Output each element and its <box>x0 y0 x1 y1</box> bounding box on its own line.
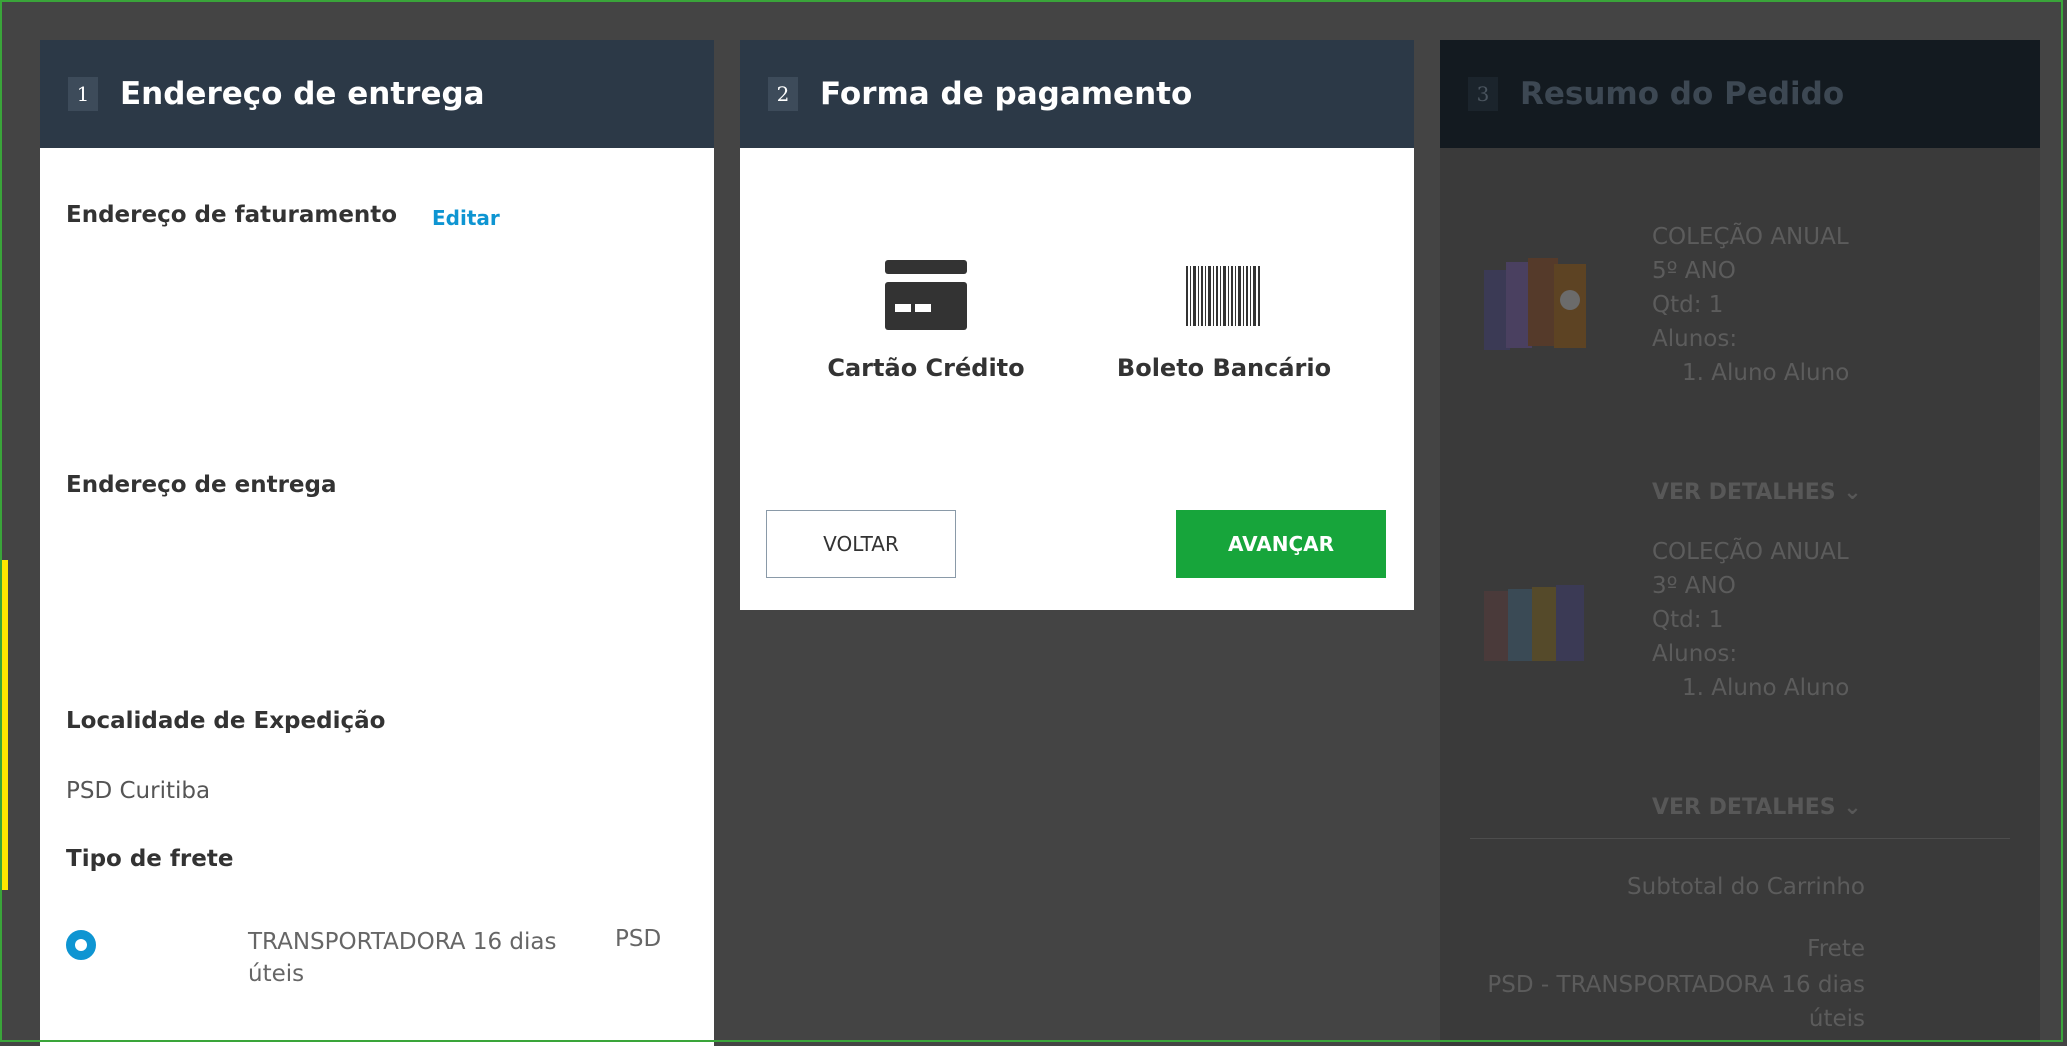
dispatch-location-value: PSD Curitiba <box>66 778 211 804</box>
address-panel-title: Endereço de entrega <box>120 76 485 112</box>
credit-card-option[interactable]: Cartão Crédito <box>796 260 1056 382</box>
freight-type-label: Tipo de frete <box>66 846 234 872</box>
summary-panel: 3 Resumo do Pedido COLEÇÃO ANUAL 5º ANO … <box>1440 40 2040 1046</box>
view-details-link[interactable]: VER DETALHES ⌄ <box>1652 480 1862 505</box>
summary-panel-title: Resumo do Pedido <box>1520 76 1845 112</box>
chevron-down-icon: ⌄ <box>1843 480 1862 505</box>
billing-address-label: Endereço de faturamento <box>66 202 398 228</box>
summary-panel-header: 3 Resumo do Pedido <box>1440 40 2040 148</box>
chevron-down-icon: ⌄ <box>1843 795 1862 820</box>
item-students-label: Alunos: <box>1652 326 1738 352</box>
freight-description: PSD - TRANSPORTADORA 16 dias úteis <box>1487 972 1865 1032</box>
subtotal-label: Subtotal do Carrinho <box>1627 874 1865 900</box>
address-panel-header: 1 Endereço de entrega <box>40 40 714 148</box>
next-button[interactable]: AVANÇAR <box>1176 510 1386 578</box>
credit-card-label: Cartão Crédito <box>827 354 1025 382</box>
product-thumbnail <box>1484 585 1584 661</box>
delivery-address-label: Endereço de entrega <box>66 472 337 498</box>
back-button[interactable]: VOLTAR <box>766 510 956 578</box>
payment-panel-header: 2 Forma de pagamento <box>740 40 1414 148</box>
step-number: 3 <box>1468 77 1498 111</box>
freight-carrier: PSD <box>615 926 662 952</box>
view-details-link[interactable]: VER DETALHES ⌄ <box>1652 795 1862 820</box>
item-qty: Qtd: 1 <box>1652 292 1724 318</box>
product-thumbnail <box>1484 258 1586 350</box>
freight-option-text: TRANSPORTADORA 16 dias úteis <box>248 929 557 987</box>
item-student: 1. Aluno Aluno <box>1682 360 1850 386</box>
boleto-option[interactable]: Boleto Bancário <box>1094 260 1354 382</box>
item-qty: Qtd: 1 <box>1652 607 1724 633</box>
view-details-label: VER DETALHES <box>1652 480 1836 505</box>
dispatch-location-label: Localidade de Expedição <box>66 708 386 734</box>
payment-panel-title: Forma de pagamento <box>820 76 1193 112</box>
side-marker <box>0 560 8 890</box>
edit-billing-link[interactable]: Editar <box>432 206 500 230</box>
summary-divider <box>1470 838 2010 839</box>
item-info: COLEÇÃO ANUAL 5º ANO Qtd: 1 Alunos: 1. A… <box>1652 220 1872 390</box>
item-students-label: Alunos: <box>1652 641 1738 667</box>
item-student: 1. Aluno Aluno <box>1682 675 1850 701</box>
credit-card-icon <box>885 260 967 330</box>
item-title: COLEÇÃO ANUAL 5º ANO <box>1652 224 1849 284</box>
freight-label: Frete <box>1807 936 1865 962</box>
view-details-label: VER DETALHES <box>1652 795 1836 820</box>
address-panel: 1 Endereço de entrega Endereço de fatura… <box>40 40 714 1046</box>
freight-radio[interactable] <box>66 930 96 960</box>
barcode-icon <box>1186 266 1260 326</box>
step-number: 2 <box>768 77 798 111</box>
item-title: COLEÇÃO ANUAL 3º ANO <box>1652 539 1849 599</box>
payment-panel: 2 Forma de pagamento Cartão Crédito Bole… <box>740 40 1414 610</box>
step-number: 1 <box>68 77 98 111</box>
boleto-label: Boleto Bancário <box>1116 354 1332 382</box>
item-info: COLEÇÃO ANUAL 3º ANO Qtd: 1 Alunos: 1. A… <box>1652 535 1872 705</box>
